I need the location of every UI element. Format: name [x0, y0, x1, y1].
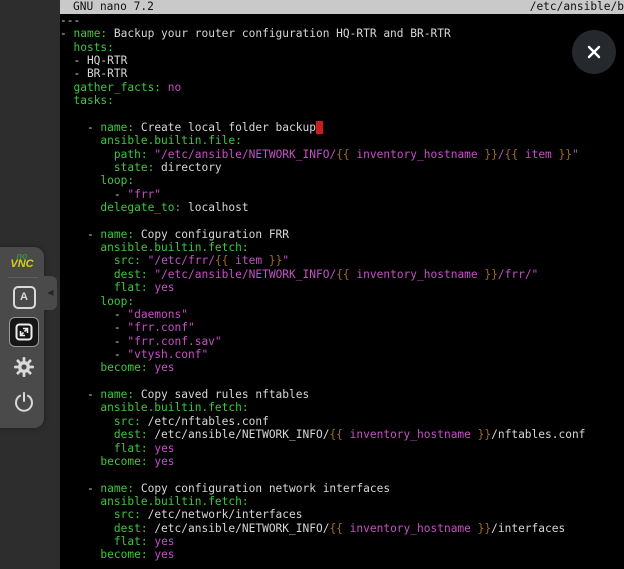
settings-button[interactable] — [9, 352, 39, 382]
terminal-line: ansible.builtin.file: — [60, 134, 624, 147]
terminal-line: dest: /etc/ansible/NETWORK_INFO/{{ inven… — [60, 522, 624, 535]
terminal-line: src: /etc/network/interfaces — [60, 508, 624, 521]
terminal-line: - "frr.conf.sav" — [60, 335, 624, 348]
control-bar-separator — [8, 277, 38, 278]
terminal-line: src: "/etc/frr/{{ item }}" — [60, 254, 624, 267]
chevron-left-icon: ◀ — [47, 289, 53, 297]
terminal-lines[interactable]: ---- name: Backup your router configurat… — [60, 14, 624, 569]
control-bar-handle[interactable]: ◀ — [44, 276, 57, 310]
terminal-line: ansible.builtin.fetch: — [60, 241, 624, 254]
fullscreen-icon — [14, 322, 34, 342]
terminal-line: dest: /etc/ansible/NETWORK_INFO/{{ inven… — [60, 428, 624, 441]
terminal-line: - name: Backup your router configuration… — [60, 27, 624, 40]
power-icon — [13, 391, 35, 413]
terminal-line: become: yes — [60, 361, 624, 374]
terminal-line: - name: Create local folder backup — [60, 121, 624, 134]
power-button[interactable] — [9, 387, 39, 417]
novnc-logo-bottom: VNC — [0, 260, 44, 268]
close-button[interactable] — [572, 30, 616, 74]
keyboard-key-icon: A — [13, 286, 36, 309]
terminal-line: state: directory — [60, 161, 624, 174]
terminal-line: loop: — [60, 174, 624, 187]
terminal-line: flat: yes — [60, 281, 624, 294]
terminal-window: GNU nano 7.2 /etc/ansible/b ---- name: B… — [60, 0, 624, 569]
terminal-line: - "frr.conf" — [60, 321, 624, 334]
terminal-line: - "frr" — [60, 188, 624, 201]
terminal-line: - HQ-RTR — [60, 54, 624, 67]
terminal-line: flat: yes — [60, 535, 624, 548]
terminal-line: - name: Copy saved rules nftables — [60, 388, 624, 401]
terminal-line — [60, 108, 624, 121]
keyboard-button[interactable]: A — [9, 282, 39, 312]
terminal-line: dest: "/etc/ansible/NETWORK_INFO/{{ inve… — [60, 268, 624, 281]
terminal-line: path: "/etc/ansible/NETWORK_INFO/{{ inve… — [60, 148, 624, 161]
fullscreen-button[interactable] — [9, 317, 39, 347]
terminal-line — [60, 468, 624, 481]
novnc-control-bar: no VNC A — [0, 247, 44, 428]
gear-icon — [13, 356, 35, 378]
terminal-line: tasks: — [60, 94, 624, 107]
terminal-line: - name: Copy configuration FRR — [60, 228, 624, 241]
terminal-line: become: yes — [60, 455, 624, 468]
nano-app-title: GNU nano 7.2 — [73, 0, 154, 14]
terminal-line: --- — [60, 14, 624, 27]
terminal-line: ansible.builtin.fetch: — [60, 401, 624, 414]
terminal-line: ansible.builtin.fetch: — [60, 495, 624, 508]
terminal-line: gather_facts: no — [60, 81, 624, 94]
terminal-line: loop: — [60, 295, 624, 308]
terminal-line: src: /etc/nftables.conf — [60, 415, 624, 428]
terminal-line — [60, 214, 624, 227]
novnc-logo: no VNC — [0, 252, 44, 268]
terminal-line: - BR-RTR — [60, 67, 624, 80]
terminal-line: become: yes — [60, 548, 624, 561]
close-icon — [585, 43, 603, 61]
terminal-line: hosts: — [60, 41, 624, 54]
terminal-line: - name: Copy configuration network inter… — [60, 482, 624, 495]
nano-file-path: /etc/ansible/b — [530, 0, 624, 14]
terminal-line: flat: yes — [60, 442, 624, 455]
terminal-line: - "vtysh.conf" — [60, 348, 624, 361]
terminal-line: delegate_to: localhost — [60, 201, 624, 214]
terminal-line — [60, 375, 624, 388]
nano-titlebar: GNU nano 7.2 /etc/ansible/b — [60, 0, 624, 14]
terminal-line: - "daemons" — [60, 308, 624, 321]
